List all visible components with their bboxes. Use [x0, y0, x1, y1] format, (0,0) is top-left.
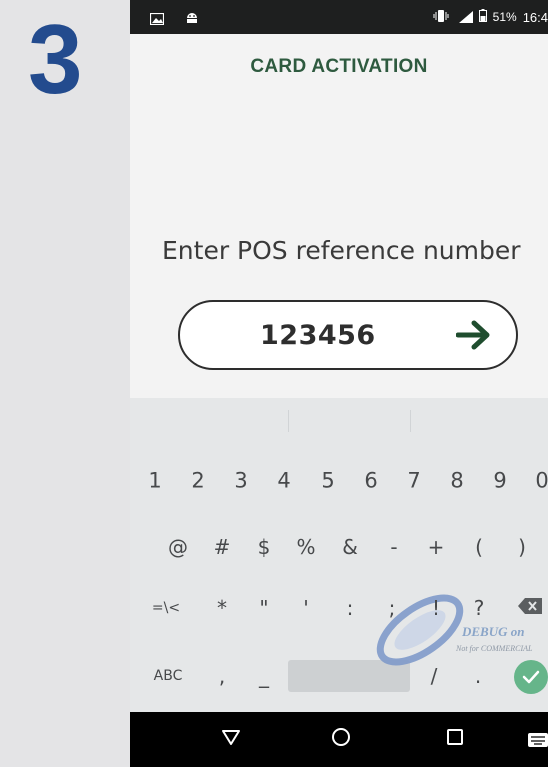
key-symbol[interactable]: )	[518, 537, 526, 557]
key-1[interactable]: 1	[148, 470, 161, 492]
debug-watermark	[370, 590, 470, 674]
reference-input[interactable]: 123456	[178, 300, 518, 370]
key-symbol[interactable]: &	[342, 537, 358, 557]
key-symbol[interactable]: -	[390, 537, 397, 557]
triangle-down-icon	[222, 730, 240, 745]
status-bar: 51% 16:4	[130, 0, 548, 34]
check-icon	[522, 670, 540, 684]
key-2[interactable]: 2	[191, 470, 204, 492]
phone-screen: 51% 16:4 CARD ACTIVATION Enter POS refer…	[130, 0, 548, 767]
submit-arrow-button[interactable]	[455, 320, 492, 354]
keyboard-icon	[528, 733, 548, 747]
key-symbol[interactable]: @	[168, 537, 188, 557]
key-symbol[interactable]: *	[217, 598, 227, 618]
key-symbol[interactable]: _	[259, 666, 269, 686]
key-5[interactable]: 5	[321, 470, 334, 492]
square-icon	[447, 729, 463, 745]
key-symbol[interactable]: ?	[474, 598, 485, 618]
clock: 16:4	[522, 9, 548, 25]
recents-button[interactable]	[444, 726, 466, 752]
circle-icon	[332, 728, 350, 746]
watermark-line-1: DEBUG on	[462, 624, 525, 639]
vibrate-icon	[433, 9, 449, 25]
key-9[interactable]: 9	[493, 470, 506, 492]
back-button[interactable]	[220, 726, 242, 752]
battery-icon	[478, 9, 487, 25]
more-symbols-key[interactable]: =\<	[152, 601, 180, 615]
keyboard-switch-button[interactable]	[528, 732, 548, 751]
key-symbol[interactable]: "	[259, 598, 268, 618]
key-6[interactable]: 6	[364, 470, 377, 492]
key-symbol[interactable]: +	[428, 537, 445, 557]
key-3[interactable]: 3	[234, 470, 247, 492]
page-title: CARD ACTIVATION	[250, 56, 428, 77]
signal-icon	[455, 11, 473, 23]
watermark-line-2: Not for COMMERCIAL	[456, 644, 533, 653]
android-notification-icon	[186, 10, 198, 29]
gallery-notification-icon	[149, 10, 165, 29]
battery-percent: 51%	[492, 10, 517, 24]
step-number: 3	[28, 4, 83, 114]
key-symbol[interactable]: !	[432, 598, 440, 618]
reference-input-value: 123456	[260, 320, 376, 351]
key-symbol[interactable]: /	[431, 666, 438, 686]
key-symbol[interactable]: %	[296, 537, 315, 557]
key-4[interactable]: 4	[277, 470, 290, 492]
navigation-bar	[130, 712, 548, 767]
key-symbol[interactable]: .	[475, 666, 481, 686]
suggestion-strip	[130, 398, 548, 442]
arrow-right-icon	[455, 320, 490, 350]
key-symbol[interactable]: (	[475, 537, 483, 557]
key-symbol[interactable]: ,	[219, 666, 225, 686]
abc-mode-key[interactable]: ABC	[154, 669, 183, 683]
home-button[interactable]	[330, 726, 352, 752]
key-symbol[interactable]: $	[258, 537, 271, 557]
key-7[interactable]: 7	[407, 470, 420, 492]
reference-prompt: Enter POS reference number	[162, 236, 521, 265]
backspace-icon	[518, 598, 542, 614]
key-symbol[interactable]: :	[347, 598, 354, 618]
key-symbol[interactable]: '	[303, 598, 309, 618]
enter-key[interactable]	[514, 660, 548, 694]
key-0[interactable]: 0	[535, 470, 548, 492]
key-symbol[interactable]: ;	[389, 598, 396, 618]
backspace-key[interactable]	[518, 598, 542, 618]
key-8[interactable]: 8	[450, 470, 463, 492]
key-symbol[interactable]: #	[214, 537, 231, 557]
